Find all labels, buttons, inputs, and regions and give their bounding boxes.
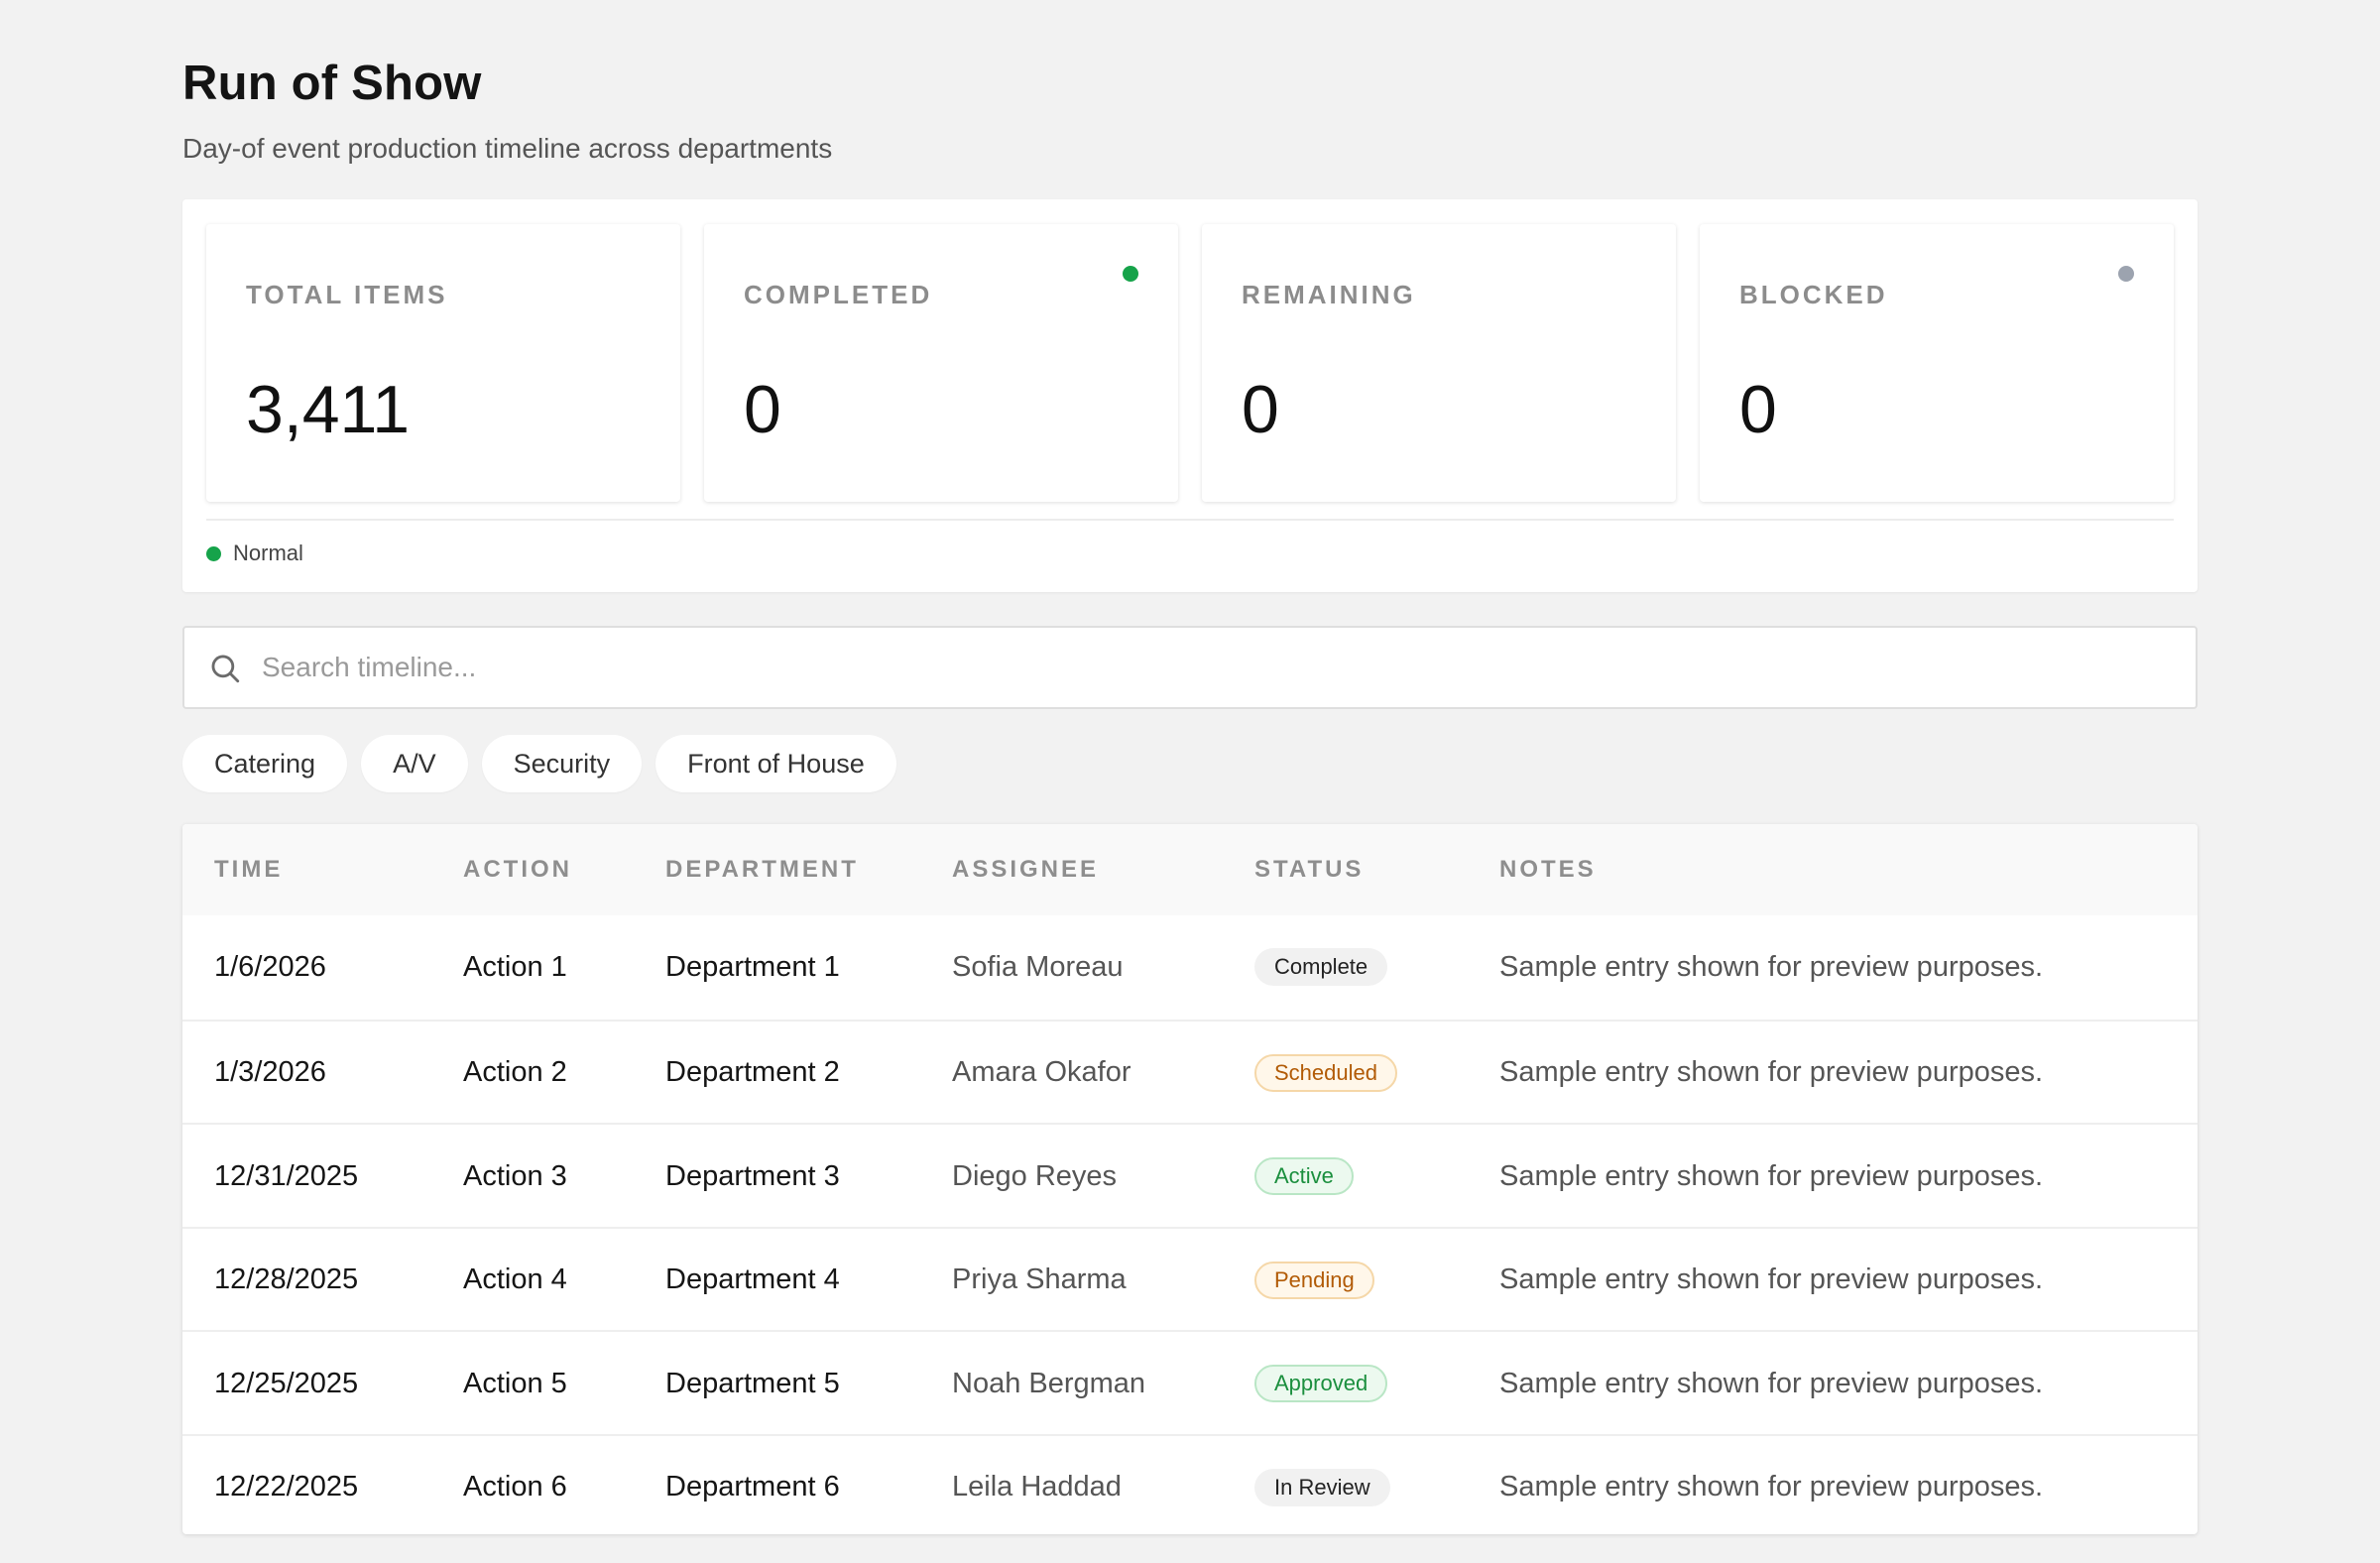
cell-action: Action 4 — [463, 1263, 567, 1295]
stat-card-total-items: TOTAL ITEMS 3,411 — [206, 224, 680, 502]
search-icon — [211, 655, 240, 683]
table-row[interactable]: 12/31/2025 Action 3 Department 3 Diego Reye… — [182, 1123, 2198, 1226]
stat-value: 3,411 — [246, 372, 411, 447]
status-badge: In Review — [1254, 1468, 1390, 1506]
cell-action: Action 1 — [463, 950, 567, 983]
filter-chips: Catering A/V Security Front of House — [182, 735, 896, 792]
stat-card-blocked: BLOCKED 0 — [1700, 224, 2174, 502]
cell-action: Action 2 — [463, 1056, 567, 1088]
cell-assignee: Noah Bergman — [952, 1367, 1146, 1399]
cell-notes: Sample entry shown for preview purposes. — [1499, 1471, 2044, 1503]
legend: Normal — [206, 541, 303, 566]
cell-department: Department 4 — [665, 1263, 840, 1295]
table-row[interactable]: 1/3/2026 Action 2 Department 2 Amara Okafor… — [182, 1019, 2198, 1125]
status-badge: Scheduled — [1254, 1053, 1397, 1092]
filter-chip-av[interactable]: A/V — [361, 735, 468, 792]
cell-assignee: Priya Sharma — [952, 1263, 1127, 1295]
status-badge: Pending — [1254, 1261, 1374, 1299]
stat-value: 0 — [1242, 372, 1279, 447]
status-dot-icon — [2118, 266, 2134, 282]
cell-status: In Review — [1254, 1436, 1390, 1535]
cell-status: Approved — [1254, 1332, 1388, 1435]
cell-time: 12/28/2025 — [214, 1263, 359, 1295]
cell-assignee: Leila Haddad — [952, 1471, 1122, 1503]
table-row[interactable]: 12/22/2025 Action 6 Department 6 Leila Hadd… — [182, 1433, 2198, 1535]
cell-status: Complete — [1254, 915, 1388, 1019]
cell-notes: Sample entry shown for preview purposes. — [1499, 1367, 2044, 1399]
cell-notes: Sample entry shown for preview purposes. — [1499, 1263, 2044, 1295]
stat-card-completed: COMPLETED 0 — [704, 224, 1178, 502]
cell-department: Department 5 — [665, 1367, 840, 1399]
stat-card-remaining: REMAINING 0 — [1202, 224, 1676, 502]
column-header-status[interactable]: STATUS — [1254, 856, 1364, 884]
cell-notes: Sample entry shown for preview purposes. — [1499, 950, 2044, 983]
cell-status: Active — [1254, 1125, 1354, 1228]
stat-label: COMPLETED — [744, 280, 933, 309]
column-header-notes[interactable]: NOTES — [1499, 856, 1597, 884]
stat-label: BLOCKED — [1739, 280, 1888, 309]
stat-label: REMAINING — [1242, 280, 1416, 309]
table-row[interactable]: 12/28/2025 Action 4 Department 4 Priya Shar… — [182, 1226, 2198, 1332]
cell-notes: Sample entry shown for preview purposes. — [1499, 1159, 2044, 1192]
legend-label: Normal — [233, 541, 303, 565]
stats-panel: TOTAL ITEMS 3,411 COMPLETED 0 REMAINING … — [182, 199, 2198, 592]
cell-time: 12/25/2025 — [214, 1367, 359, 1399]
stat-value: 0 — [744, 372, 781, 447]
cell-time: 1/6/2026 — [214, 950, 326, 983]
cell-assignee: Diego Reyes — [952, 1159, 1118, 1192]
status-badge: Approved — [1254, 1365, 1388, 1402]
cell-time: 12/31/2025 — [214, 1159, 359, 1192]
cell-status: Scheduled — [1254, 1022, 1397, 1125]
column-header-assignee[interactable]: ASSIGNEE — [952, 856, 1099, 884]
cell-department: Department 2 — [665, 1056, 840, 1088]
legend-dot-icon — [206, 545, 221, 561]
page-title: Run of Show — [182, 57, 482, 110]
cell-status: Pending — [1254, 1229, 1374, 1332]
status-badge: Complete — [1254, 948, 1388, 986]
stat-label: TOTAL ITEMS — [246, 280, 448, 309]
cell-time: 1/3/2026 — [214, 1056, 326, 1088]
cell-action: Action 5 — [463, 1367, 567, 1399]
search-box — [182, 626, 2198, 709]
filter-chip-catering[interactable]: Catering — [182, 735, 348, 792]
table-header: TIME ACTION DEPARTMENT ASSIGNEE STATUS N… — [182, 824, 2198, 915]
cell-notes: Sample entry shown for preview purposes. — [1499, 1056, 2044, 1088]
stat-value: 0 — [1739, 372, 1777, 447]
status-dot-icon — [1123, 266, 1138, 282]
timeline-table: TIME ACTION DEPARTMENT ASSIGNEE STATUS N… — [182, 824, 2198, 1534]
cell-time: 12/22/2025 — [214, 1471, 359, 1503]
cell-department: Department 6 — [665, 1471, 840, 1503]
cell-department: Department 1 — [665, 950, 840, 983]
cell-assignee: Sofia Moreau — [952, 950, 1124, 983]
table-row[interactable]: 1/6/2026 Action 1 Department 1 Sofia Moreau… — [182, 915, 2198, 1019]
table-row[interactable]: 12/25/2025 Action 5 Department 5 Noah Bergm… — [182, 1330, 2198, 1433]
status-badge: Active — [1254, 1157, 1354, 1195]
column-header-department[interactable]: DEPARTMENT — [665, 856, 859, 884]
column-header-action[interactable]: ACTION — [463, 856, 572, 884]
cell-action: Action 3 — [463, 1159, 567, 1192]
divider — [206, 519, 2174, 521]
cell-department: Department 3 — [665, 1159, 840, 1192]
cell-action: Action 6 — [463, 1471, 567, 1503]
filter-chip-security[interactable]: Security — [481, 735, 643, 792]
cell-assignee: Amara Okafor — [952, 1056, 1131, 1088]
filter-chip-front-of-house[interactable]: Front of House — [655, 735, 896, 792]
search-input[interactable] — [262, 628, 2146, 707]
page-subtitle: Day-of event production timeline across … — [182, 133, 833, 164]
column-header-time[interactable]: TIME — [214, 856, 283, 884]
